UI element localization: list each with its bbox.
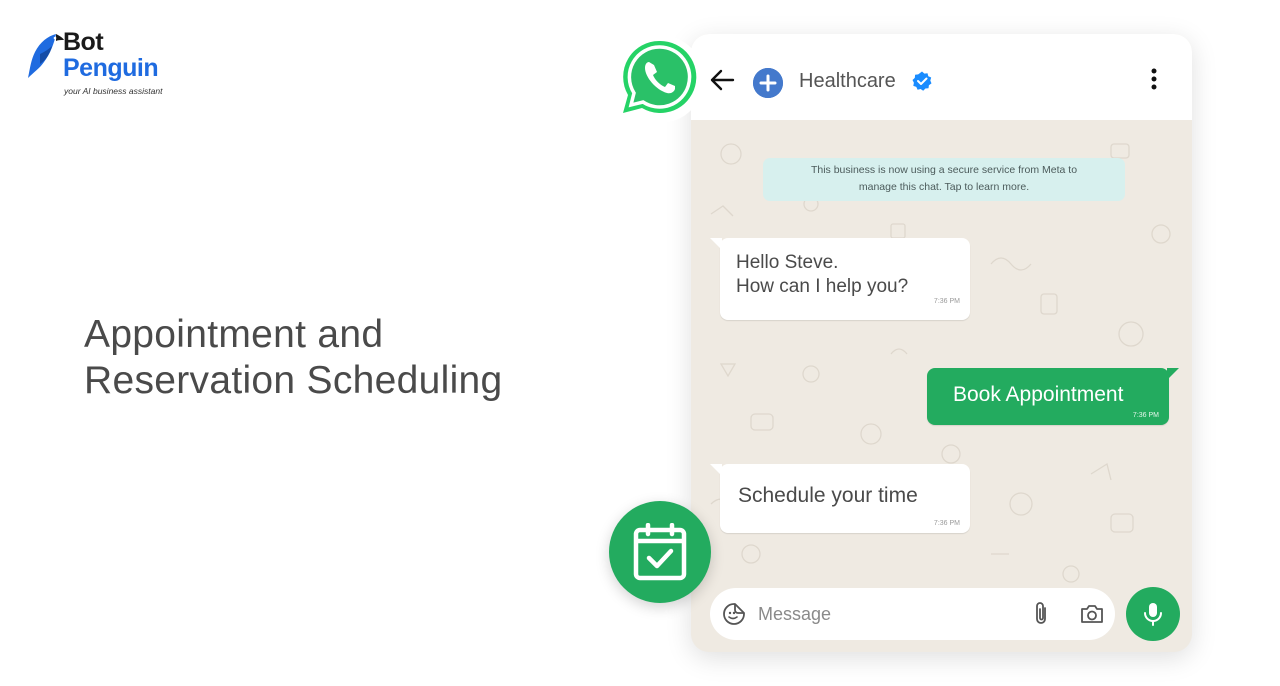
camera-icon[interactable]	[1079, 602, 1105, 626]
message-incoming-schedule: Schedule your time 7:36 PM	[710, 464, 970, 533]
chat-header: Healthcare	[691, 34, 1192, 120]
mic-button[interactable]	[1126, 587, 1180, 641]
sticker-icon[interactable]	[722, 602, 746, 626]
message-timestamp: 7:36 PM	[933, 520, 960, 527]
message-text-line-2: How can I help you?	[736, 276, 909, 297]
medical-plus-icon	[753, 68, 783, 98]
contact-avatar[interactable]	[753, 68, 783, 98]
calendar-check-icon	[633, 523, 687, 581]
message-input[interactable]	[758, 598, 1008, 630]
penguin-bird-icon	[28, 34, 64, 78]
more-vertical-icon[interactable]	[1147, 67, 1161, 93]
botpenguin-logo: Bot Penguin your AI business assistant	[24, 28, 184, 100]
message-outgoing-book-appointment: Book Appointment 7:36 PM	[927, 368, 1179, 425]
chat-wallpaper-pattern	[710, 143, 1171, 583]
message-timestamp: 7:36 PM	[1132, 412, 1159, 419]
contact-name[interactable]: Healthcare	[799, 70, 896, 93]
message-text: Book Appointment	[953, 383, 1124, 406]
message-compose-bar	[710, 588, 1115, 640]
chat-window: Healthcare This business is now using a …	[691, 34, 1192, 652]
mic-icon	[1144, 603, 1162, 626]
back-arrow-icon[interactable]	[709, 67, 735, 93]
page-heading: Appointment and Reservation Scheduling	[84, 312, 584, 404]
calendar-badge	[609, 501, 711, 603]
verified-badge-icon	[912, 71, 932, 91]
attach-icon[interactable]	[1030, 601, 1052, 627]
notice-line-1: This business is now using a secure serv…	[810, 164, 1078, 176]
brand-name-bot: Bot	[63, 28, 104, 56]
meta-security-notice[interactable]: This business is now using a secure serv…	[763, 158, 1125, 201]
brand-name-penguin: Penguin	[63, 54, 159, 82]
whatsapp-icon	[616, 35, 704, 123]
notice-line-2: manage this chat. Tap to learn more.	[858, 181, 1030, 193]
brand-tagline: your AI business assistant	[64, 86, 163, 96]
message-timestamp: 7:36 PM	[933, 298, 960, 305]
message-incoming-greeting: Hello Steve. How can I help you? 7:36 PM	[710, 238, 970, 320]
heading-line-2: Reservation Scheduling	[84, 359, 503, 402]
message-text: Schedule your time	[738, 484, 918, 507]
message-text-line-1: Hello Steve.	[736, 252, 839, 273]
heading-line-1: Appointment and	[84, 313, 384, 356]
